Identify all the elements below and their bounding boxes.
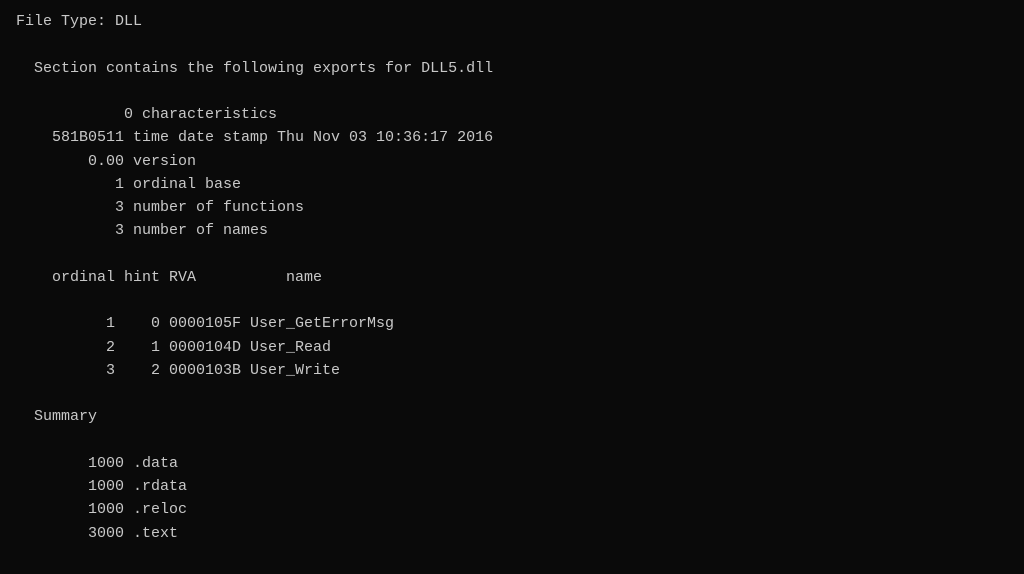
terminal-line: 0.00 version <box>16 150 1008 173</box>
terminal-line: 3 2 0000103B User_Write <box>16 359 1008 382</box>
terminal-line: Section contains the following exports f… <box>16 57 1008 80</box>
terminal-line <box>16 33 1008 56</box>
terminal-line: 581B0511 time date stamp Thu Nov 03 10:3… <box>16 126 1008 149</box>
terminal-line: Summary <box>16 405 1008 428</box>
terminal-line: 3 number of names <box>16 219 1008 242</box>
terminal-line <box>16 289 1008 312</box>
terminal-line: 3000 .text <box>16 522 1008 545</box>
terminal-line: 1000 .data <box>16 452 1008 475</box>
terminal-line: 1 0 0000105F User_GetErrorMsg <box>16 312 1008 335</box>
terminal-line: 2 1 0000104D User_Read <box>16 336 1008 359</box>
terminal-output: File Type: DLL Section contains the foll… <box>16 10 1008 545</box>
terminal-line: 1000 .reloc <box>16 498 1008 521</box>
terminal-line: 0 characteristics <box>16 103 1008 126</box>
terminal-line: 3 number of functions <box>16 196 1008 219</box>
terminal-line <box>16 243 1008 266</box>
terminal-line <box>16 382 1008 405</box>
terminal-line: 1000 .rdata <box>16 475 1008 498</box>
terminal-line <box>16 80 1008 103</box>
terminal-line: File Type: DLL <box>16 10 1008 33</box>
terminal-line: ordinal hint RVA name <box>16 266 1008 289</box>
terminal-line <box>16 429 1008 452</box>
terminal-line: 1 ordinal base <box>16 173 1008 196</box>
